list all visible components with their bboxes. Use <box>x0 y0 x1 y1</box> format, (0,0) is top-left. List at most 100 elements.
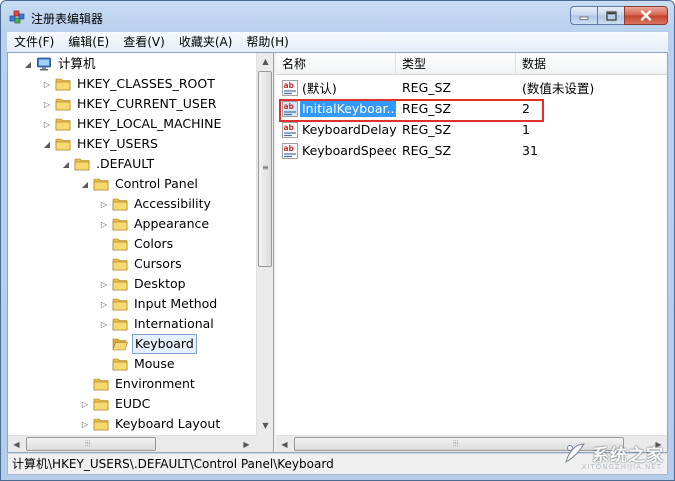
tree-vertical-scroll-thumb[interactable]: ≡ <box>258 71 272 267</box>
svg-text:ab: ab <box>284 123 295 132</box>
grip-icon: ≡ <box>262 163 269 172</box>
tree-item[interactable]: Mouse <box>98 354 177 374</box>
tree-item[interactable]: ◢ 计算机 <box>22 54 98 74</box>
folder-icon <box>93 377 109 391</box>
window-title: 注册表编辑器 <box>31 12 104 26</box>
collapsed-arrow-icon[interactable]: ▷ <box>41 118 53 130</box>
tree-item[interactable]: ◢ HKEY_USERS <box>41 134 160 154</box>
value-name-cell: ab KeyboardDelay <box>276 121 396 138</box>
client-area: ◢ 计算机 ▷ HKEY_CLASSES_ROOT ▷ HKEY_CURRENT_USER… <box>7 52 668 453</box>
expanded-arrow-icon[interactable]: ◢ <box>22 58 34 70</box>
tree-horizontal-scrollbar[interactable]: ◀ ⦙⦙⦙ ▶ <box>8 435 256 452</box>
reg-string-icon: ab <box>282 121 298 138</box>
tree-item[interactable]: ▷ Input Method <box>98 294 219 314</box>
menu-help[interactable]: 帮助(H) <box>239 32 295 52</box>
tree-item[interactable]: Colors <box>98 234 175 254</box>
value-data: (数值未设置) <box>522 81 595 96</box>
tree-item[interactable]: ◢ .DEFAULT <box>60 154 156 174</box>
tree-item[interactable]: ▷ HKEY_CURRENT_USER <box>41 94 218 114</box>
tree-item[interactable]: ◢ Control Panel <box>79 174 200 194</box>
close-button[interactable] <box>624 6 668 25</box>
collapsed-arrow-icon[interactable]: ▷ <box>79 418 91 430</box>
tree-item[interactable]: ▷ HKEY_LOCAL_MACHINE <box>41 114 223 134</box>
collapsed-arrow-icon[interactable]: ▷ <box>98 298 110 310</box>
maximize-button[interactable] <box>597 6 624 25</box>
column-header-data[interactable]: 数据 <box>516 53 667 75</box>
scroll-right-arrow-icon[interactable]: ▶ <box>238 436 255 452</box>
tree-item[interactable]: ▷ HKEY_CLASSES_ROOT <box>41 74 217 94</box>
tree-item-label: Mouse <box>134 356 175 371</box>
tree-item[interactable]: ▷ International <box>98 314 216 334</box>
collapsed-arrow-icon[interactable]: ▷ <box>98 318 110 330</box>
expanded-arrow-icon[interactable]: ◢ <box>60 158 72 170</box>
folder-icon <box>112 277 128 291</box>
key-tree: ◢ 计算机 ▷ HKEY_CLASSES_ROOT ▷ HKEY_CURRENT_USER… <box>8 53 256 435</box>
collapsed-arrow-icon[interactable]: ▷ <box>98 278 110 290</box>
value-data: 1 <box>522 122 530 137</box>
computer-icon <box>36 57 52 71</box>
value-row[interactable]: ab KeyboardSpeed REG_SZ 31 <box>276 140 667 161</box>
tree-item[interactable]: Cursors <box>98 254 184 274</box>
svg-text:ab: ab <box>284 81 295 90</box>
tree-item[interactable]: ▷ Desktop <box>98 274 188 294</box>
collapsed-arrow-icon[interactable]: ▷ <box>41 78 53 90</box>
menu-favorites[interactable]: 收藏夹(A) <box>172 32 240 52</box>
value-type: REG_SZ <box>402 80 452 95</box>
collapsed-arrow-icon[interactable]: ▷ <box>41 98 53 110</box>
scroll-left-arrow-icon[interactable]: ◀ <box>276 436 293 452</box>
values-list-header: 名称 类型 数据 <box>276 53 667 75</box>
value-type: REG_SZ <box>402 122 452 137</box>
value-row[interactable]: ab (默认) REG_SZ (数值未设置) <box>276 77 667 98</box>
folder-icon <box>112 257 128 271</box>
tree-item[interactable]: ▷ Accessibility <box>98 194 213 214</box>
collapsed-arrow-icon[interactable]: ▷ <box>98 218 110 230</box>
tree-item-label: HKEY_LOCAL_MACHINE <box>77 116 222 131</box>
tree-item[interactable]: ▷ Appearance <box>98 214 211 234</box>
folder-icon <box>93 397 109 411</box>
tree-item[interactable]: Keyboard <box>98 334 197 354</box>
tree-item[interactable]: ▷ EUDC <box>79 394 152 414</box>
tree-item-label: EUDC <box>115 396 151 411</box>
tree-item-label: Environment <box>115 376 195 391</box>
tree-item-label: Colors <box>134 236 174 251</box>
svg-text:ab: ab <box>284 144 295 153</box>
tree-item-label: Keyboard <box>132 334 197 354</box>
folder-icon <box>74 157 90 171</box>
tree-item-label: Appearance <box>134 216 210 231</box>
key-tree-pane: ◢ 计算机 ▷ HKEY_CLASSES_ROOT ▷ HKEY_CURRENT_USER… <box>8 53 274 452</box>
tree-item[interactable]: ▷ Keyboard Layout <box>79 414 222 434</box>
value-name: (默认) <box>302 81 337 96</box>
tree-vertical-scrollbar[interactable]: ▲ ≡ ▼ <box>256 53 273 435</box>
grip-icon: ⦙⦙⦙ <box>453 439 459 448</box>
value-name-cell: ab KeyboardSpeed <box>276 142 396 159</box>
scroll-left-arrow-icon[interactable]: ◀ <box>8 436 25 452</box>
tree-item-label: Desktop <box>134 276 186 291</box>
watermark-text: 系统之家 <box>592 445 664 466</box>
tree-item-label: HKEY_CURRENT_USER <box>77 96 217 111</box>
expanded-arrow-icon[interactable]: ◢ <box>79 178 91 190</box>
tree-item-label: .DEFAULT <box>96 156 155 171</box>
tree-item[interactable]: Environment <box>79 374 197 394</box>
menu-file[interactable]: 文件(F) <box>7 32 61 52</box>
collapsed-arrow-icon[interactable]: ▷ <box>98 198 110 210</box>
folder-icon <box>112 237 128 251</box>
column-header-name[interactable]: 名称 <box>276 53 396 75</box>
minimize-button[interactable] <box>570 6 597 25</box>
column-header-type[interactable]: 类型 <box>396 53 516 75</box>
collapsed-arrow-icon[interactable]: ▷ <box>79 398 91 410</box>
value-row[interactable]: ab KeyboardDelay REG_SZ 1 <box>276 119 667 140</box>
menu-edit[interactable]: 编辑(E) <box>61 32 116 52</box>
scroll-down-arrow-icon[interactable]: ▼ <box>257 417 273 434</box>
scroll-up-arrow-icon[interactable]: ▲ <box>257 53 273 70</box>
tree-horizontal-scroll-thumb[interactable]: ⦙⦙⦙ <box>26 437 156 451</box>
close-icon <box>640 10 652 21</box>
menu-view[interactable]: 查看(V) <box>116 32 172 52</box>
title-bar[interactable]: 注册表编辑器 <box>1 1 674 33</box>
tree-item-label: HKEY_USERS <box>77 136 158 151</box>
tree-item-label: International <box>134 316 214 331</box>
expanded-arrow-icon[interactable]: ◢ <box>41 138 53 150</box>
